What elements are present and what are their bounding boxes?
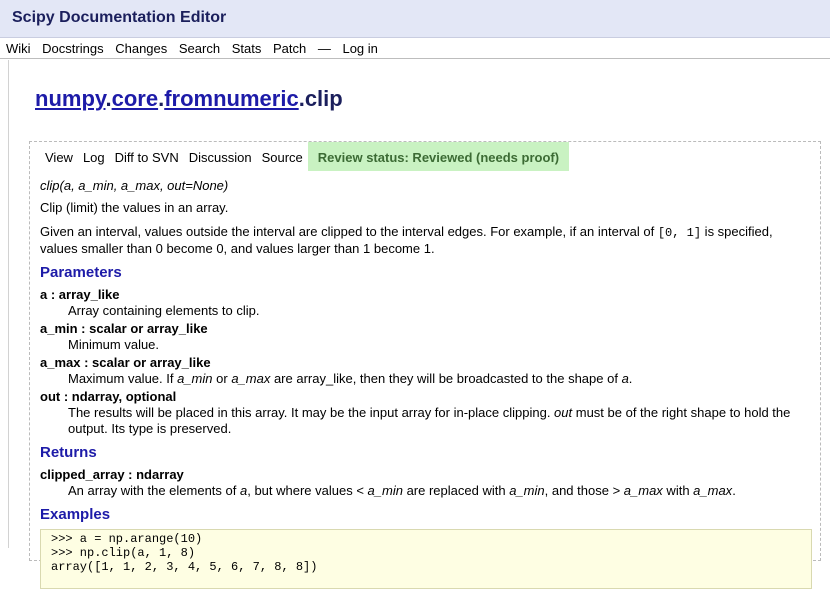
param-name: out : ndarray, optional	[40, 389, 177, 404]
param-description: Array containing elements to clip.	[68, 303, 260, 318]
docstring-body: clip(a, a_min, a_max, out=None) Clip (li…	[40, 178, 812, 589]
nav-search[interactable]: Search	[179, 41, 220, 56]
summary-text: Clip (limit) the values in an array.	[40, 200, 229, 215]
tab-bar: View Log Diff to SVN Discussion Source Review…	[40, 142, 570, 172]
nav-patch[interactable]: Patch	[273, 41, 306, 56]
site-title[interactable]: Scipy Documentation Editor	[12, 9, 226, 27]
tab-discussion[interactable]: Discussion	[184, 142, 257, 171]
intro-paragraph: Given an interval, values outside the in…	[40, 224, 812, 257]
nav-wiki[interactable]: Wiki	[6, 41, 31, 56]
code-line: >>> np.clip(a, 1, 8)	[51, 546, 196, 560]
inline-code: [0, 1]	[657, 226, 702, 240]
code-line: >>> a = np.arange(10)	[51, 532, 203, 546]
param-name: a : array_like	[40, 287, 120, 302]
breadcrumb-fromnumeric[interactable]: fromnumeric	[164, 86, 298, 111]
tab-log[interactable]: Log	[78, 142, 110, 171]
return-name: clipped_array : ndarray	[40, 467, 184, 482]
nav-login[interactable]: Log in	[342, 41, 377, 56]
content-area: numpy.core.fromnumeric.clip View Log Diff …	[8, 60, 830, 589]
param-description: Maximum value. If a_min or a_max are arr…	[68, 371, 633, 386]
breadcrumb-core[interactable]: core	[112, 86, 158, 111]
intro-text: Given an interval, values outside the in…	[40, 224, 658, 239]
code-line: array([1, 1, 2, 3, 4, 5, 6, 7, 8, 8])	[51, 560, 318, 574]
param-description: Minimum value.	[68, 337, 160, 352]
nav-stats[interactable]: Stats	[232, 41, 262, 56]
nav-changes[interactable]: Changes	[115, 41, 167, 56]
tab-view[interactable]: View	[40, 142, 78, 171]
breadcrumb-numpy[interactable]: numpy	[35, 86, 105, 111]
nav-bar: Wiki Docstrings Changes Search Stats Pat…	[0, 39, 830, 59]
tab-source[interactable]: Source	[257, 142, 308, 171]
param-name: a_max : scalar or array_like	[40, 355, 211, 370]
parameters-heading: Parameters	[40, 264, 122, 281]
examples-heading: Examples	[40, 506, 111, 523]
param-description: The results will be placed in this array…	[68, 405, 791, 436]
page-title: numpy.core.fromnumeric.clip	[35, 86, 343, 112]
site-header: Scipy Documentation Editor	[0, 0, 830, 38]
returns-heading: Returns	[40, 444, 97, 461]
code-example: >>> a = np.arange(10) >>> np.clip(a, 1, …	[40, 529, 812, 589]
nav-separator: —	[317, 41, 331, 56]
return-description: An array with the elements of a, but whe…	[68, 483, 736, 498]
docstring-panel: View Log Diff to SVN Discussion Source Review…	[29, 141, 821, 589]
nav-docstrings[interactable]: Docstrings	[42, 41, 103, 56]
review-status-badge[interactable]: Review status: Reviewed (needs proof)	[307, 142, 570, 171]
param-name: a_min : scalar or array_like	[40, 321, 208, 336]
function-signature: clip(a, a_min, a_max, out=None)	[40, 178, 229, 193]
tab-diff-to-svn[interactable]: Diff to SVN	[110, 142, 184, 171]
breadcrumb-current: .clip	[298, 86, 343, 111]
